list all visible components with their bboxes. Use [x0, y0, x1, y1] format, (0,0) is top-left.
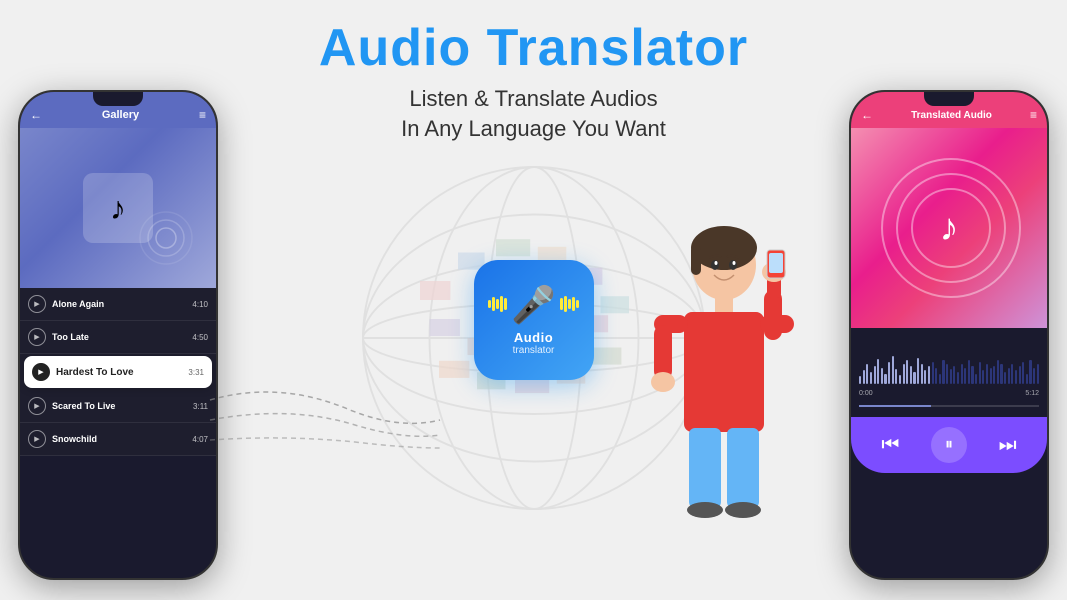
wave-bar — [993, 366, 995, 384]
wave-bar — [1011, 364, 1013, 384]
song-title: Scared To Live — [52, 401, 193, 411]
wave-bar — [986, 364, 988, 384]
song-duration: 4:50 — [192, 333, 208, 342]
wave-bar — [910, 366, 912, 384]
wave-bar — [870, 372, 872, 384]
wave-bar — [957, 372, 959, 384]
microphone-icon: 🎤 — [511, 284, 556, 326]
right-waves — [560, 296, 579, 312]
wave-bar — [917, 358, 919, 384]
song-duration: 3:11 — [193, 402, 208, 411]
waveform-display — [851, 328, 1047, 388]
play-button[interactable]: ▶ — [28, 430, 46, 448]
wave-bar — [953, 366, 955, 384]
pause-button[interactable]: ⏸ — [931, 427, 967, 463]
wave-bar — [906, 360, 908, 384]
list-item[interactable]: ▶ Alone Again 4:10 — [20, 288, 216, 321]
wave-bar — [1000, 364, 1002, 384]
wave-bar — [982, 370, 984, 384]
left-album-art: ♪ — [20, 128, 216, 288]
song-duration: 4:07 — [192, 435, 208, 444]
wave-bar — [1019, 366, 1021, 384]
wave-bar — [968, 360, 970, 384]
song-title-active: Hardest To Love — [56, 367, 188, 378]
left-waves — [488, 296, 507, 312]
wave-bar — [924, 370, 926, 384]
page-subtitle: Listen & Translate Audios In Any Languag… — [0, 84, 1067, 143]
app-sublabel: translator — [513, 345, 555, 356]
play-button[interactable]: ▶ — [28, 295, 46, 313]
progress-fill — [859, 405, 931, 407]
wave-bar — [1004, 372, 1006, 384]
wave-bar — [866, 364, 868, 384]
wave-bar — [874, 366, 876, 384]
wave-bar — [990, 368, 992, 384]
progress-bar[interactable] — [859, 405, 1039, 407]
wave-bar — [884, 374, 886, 384]
page-title: Audio Translator — [0, 18, 1067, 78]
play-button[interactable]: ▶ — [28, 328, 46, 346]
wave-bar — [881, 368, 883, 384]
wave-bar — [997, 360, 999, 384]
wave-bar — [950, 369, 952, 384]
song-duration: 4:10 — [192, 300, 208, 309]
wave-bar — [935, 368, 937, 384]
left-phone: ← Gallery ≡ ♪ ▶ Alone Again 4:10 ▶ Too L… — [18, 90, 218, 580]
wave-bar — [928, 366, 930, 384]
time-display: 0:00 5:12 — [851, 388, 1047, 401]
wave-bar — [863, 370, 865, 384]
wave-bar — [877, 359, 879, 384]
play-button-active[interactable]: ▶ — [32, 363, 50, 381]
wave-bar — [888, 362, 890, 384]
playback-controls: ⏮ ⏸ ⏭ — [851, 417, 1047, 473]
wave-bar — [979, 362, 981, 384]
wave-bar — [1015, 370, 1017, 384]
prev-button[interactable]: ⏮ — [872, 427, 908, 463]
wave-bar — [892, 356, 894, 384]
wave-bar — [903, 364, 905, 384]
app-icon[interactable]: 🎤 Audio translator — [474, 260, 594, 380]
wave-bar — [899, 375, 901, 384]
list-item[interactable]: ▶ Too Late 4:50 — [20, 321, 216, 354]
list-item[interactable]: ▶ Snowchild 4:07 — [20, 423, 216, 456]
wave-bar — [971, 366, 973, 384]
song-title: Too Late — [52, 332, 192, 342]
wave-bar — [961, 364, 963, 384]
wave-bar — [932, 362, 934, 384]
app-icon-content: 🎤 — [488, 284, 579, 326]
wave-bar — [1037, 364, 1039, 384]
wave-bar — [859, 376, 861, 384]
song-duration-active: 3:31 — [188, 368, 204, 377]
current-time: 0:00 — [859, 390, 873, 397]
wave-bar — [1026, 374, 1028, 384]
wave-bar — [1029, 360, 1031, 384]
progress-section — [851, 405, 1047, 417]
wave-bar — [975, 374, 977, 384]
header-section: Audio Translator Listen & Translate Audi… — [0, 0, 1067, 143]
wave-bar — [964, 368, 966, 384]
wave-bar — [921, 364, 923, 384]
wave-bar — [1022, 362, 1024, 384]
play-button[interactable]: ▶ — [28, 397, 46, 415]
wave-bar — [895, 369, 897, 384]
wave-bar — [946, 364, 948, 384]
wave-circles — [136, 208, 196, 268]
list-item[interactable]: ▶ Scared To Live 3:11 — [20, 390, 216, 423]
song-list: ▶ Alone Again 4:10 ▶ Too Late 4:50 ▶ Har… — [20, 288, 216, 456]
wave-bar — [1033, 368, 1035, 384]
song-title: Snowchild — [52, 434, 192, 444]
list-item-active[interactable]: ▶ Hardest To Love 3:31 — [24, 356, 212, 388]
right-phone: ← Translated Audio ≡ ♪ 0:00 5:12 ⏮ ⏸ ⏭ — [849, 90, 1049, 580]
next-button[interactable]: ⏭ — [990, 427, 1026, 463]
total-time: 5:12 — [1025, 390, 1039, 397]
wave-bar — [913, 372, 915, 384]
wave-bar — [939, 374, 941, 384]
song-title: Alone Again — [52, 299, 192, 309]
app-name-label: Audio — [514, 330, 553, 345]
wave-bar — [1008, 368, 1010, 384]
wave-bar — [942, 360, 944, 384]
right-album-art: ♪ — [851, 128, 1047, 328]
music-note-icon-right: ♪ — [909, 188, 989, 268]
